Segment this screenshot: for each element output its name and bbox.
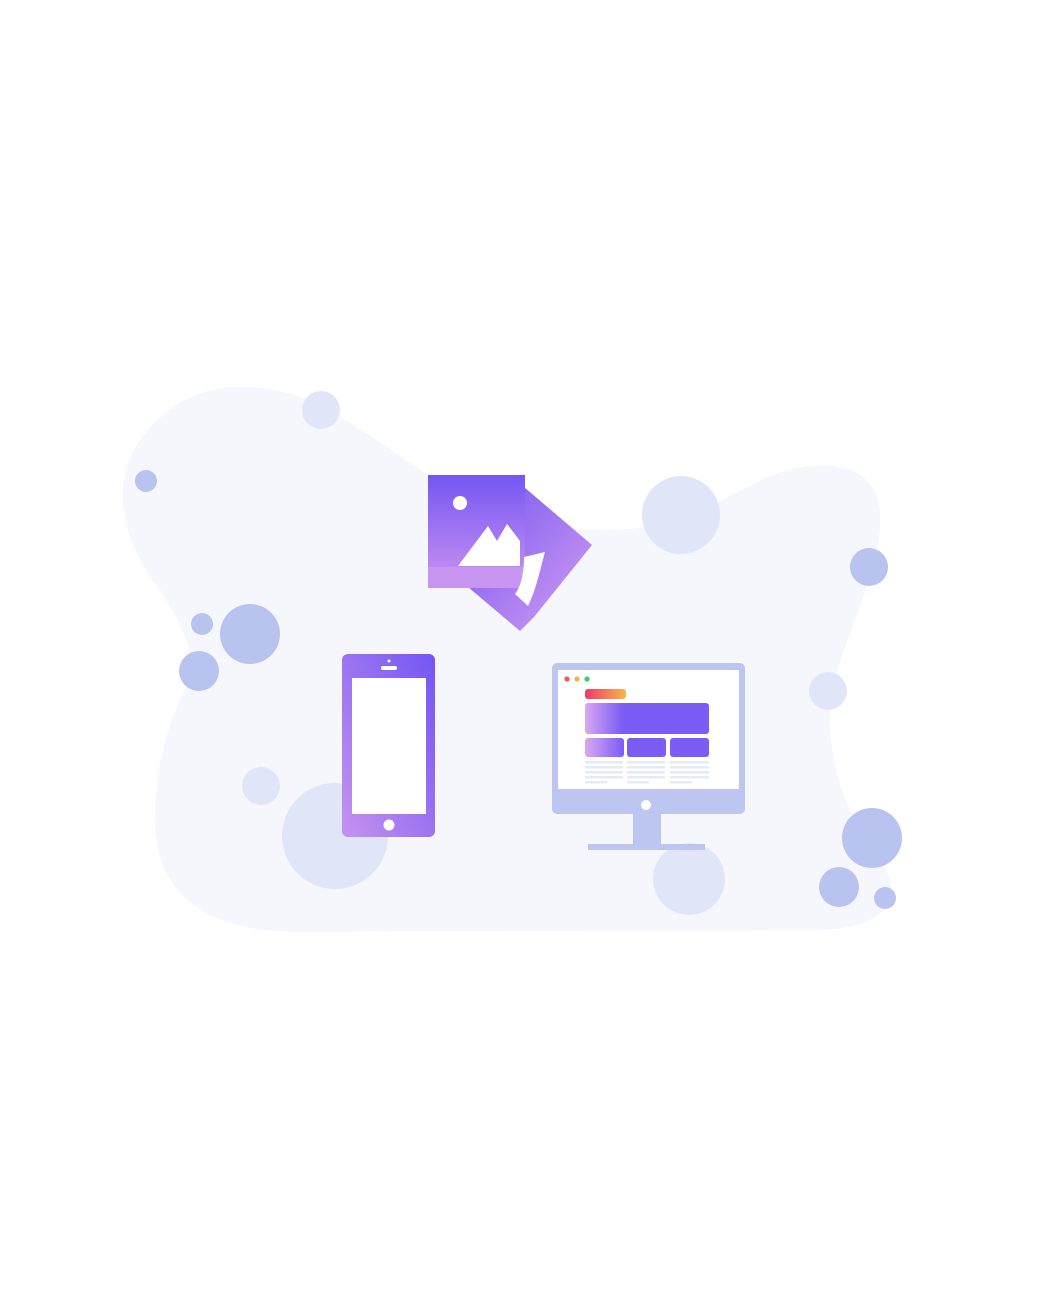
monitor-neck bbox=[633, 814, 661, 846]
phone-speaker bbox=[381, 666, 397, 670]
bubble bbox=[179, 651, 219, 691]
mock-card bbox=[670, 738, 709, 757]
bubble bbox=[819, 867, 859, 907]
mock-banner bbox=[585, 689, 626, 699]
monitor-base bbox=[588, 844, 705, 850]
bubble bbox=[809, 672, 847, 710]
phone-screen bbox=[352, 678, 426, 814]
bubble bbox=[242, 767, 280, 805]
mock-card bbox=[627, 738, 666, 757]
phone-camera bbox=[387, 659, 391, 663]
bubble bbox=[642, 476, 720, 554]
bubble bbox=[191, 613, 213, 635]
bubble bbox=[220, 604, 280, 664]
phone-home-button bbox=[383, 819, 395, 831]
bubble bbox=[874, 887, 896, 909]
smartphone-icon bbox=[342, 654, 435, 837]
illustration-scene bbox=[0, 0, 1038, 1303]
monitor-power-dot bbox=[641, 800, 651, 810]
image-sun-dot bbox=[453, 496, 467, 510]
mock-hero bbox=[585, 703, 709, 734]
mock-card bbox=[585, 738, 624, 757]
bubble bbox=[850, 548, 888, 586]
bubble bbox=[842, 808, 902, 868]
window-dot-minimize bbox=[574, 676, 580, 682]
image-front-card-strip bbox=[428, 567, 525, 588]
window-dot-close bbox=[564, 676, 570, 682]
illustration-canvas bbox=[122, 387, 902, 932]
bubble bbox=[653, 843, 725, 915]
window-dot-maximize bbox=[584, 676, 590, 682]
bubble bbox=[135, 470, 157, 492]
bubble bbox=[302, 391, 340, 429]
